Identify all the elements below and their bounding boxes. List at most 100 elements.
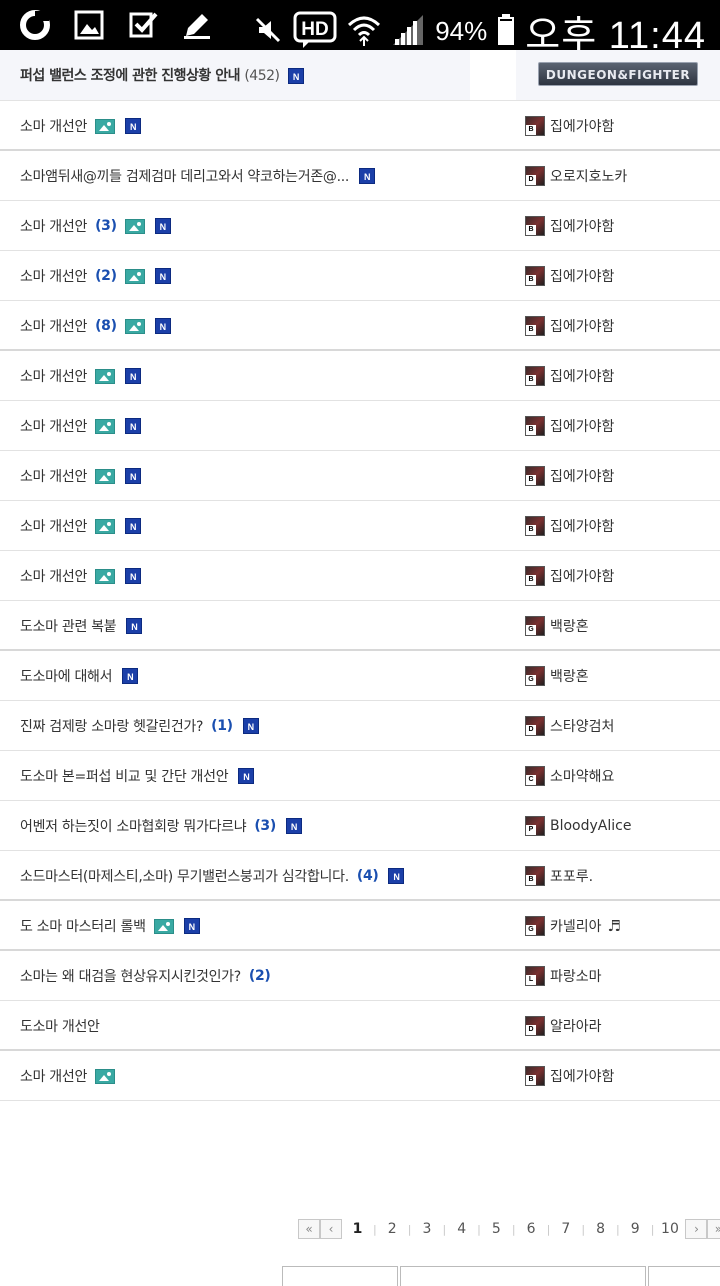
post-title-link[interactable]: 도소마 관련 복붙 N <box>20 601 143 651</box>
post-title-link[interactable]: 소마앰뒤새@끼들 검제검마 데리고와서 약코하는거존@... N <box>20 151 376 201</box>
post-author[interactable]: D 알라아라 <box>525 1001 602 1051</box>
author-name: BloodyAlice <box>550 818 632 834</box>
notice-title[interactable]: 퍼섭 밸런스 조정에 관한 진행상황 안내 (452) N <box>20 65 304 85</box>
page-link[interactable]: 4 <box>446 1221 477 1237</box>
post-title-link[interactable]: 도 소마 마스터리 롤백 N <box>20 901 200 951</box>
post-title: 소마는 왜 대검을 현상유지시킨것인가? <box>20 969 241 985</box>
post-row[interactable]: 소마앰뒤새@끼들 검제검마 데리고와서 약코하는거존@... N D 오로지호노카 <box>0 151 720 201</box>
post-title: 어벤저 하는짓이 소마협회랑 뭐가다르냐 <box>20 819 247 835</box>
post-title: 소마 개선안 <box>20 469 88 485</box>
post-author[interactable]: B 집에가야함 <box>525 551 614 601</box>
author-name: 집에가야함 <box>550 119 615 135</box>
page-link[interactable]: 10 <box>654 1221 685 1237</box>
post-row[interactable]: 진짜 검제랑 소마랑 헷갈린건가? (1) N D 스타양검처 <box>0 701 720 751</box>
post-title-link[interactable]: 소마 개선안 N <box>20 401 142 451</box>
page-link[interactable]: 5 <box>481 1221 512 1237</box>
post-author[interactable]: P BloodyAlice <box>525 801 631 851</box>
post-title-link[interactable]: 소마 개선안 (2) N <box>20 251 171 301</box>
author-name: 파랑소마 <box>550 969 602 985</box>
post-author[interactable]: G 카넬리아 ♬ <box>525 901 621 951</box>
post-row[interactable]: 소드마스터(마제스티,소마) 무기밸런스붕괴가 심각합니다. (4) N B 포포루. <box>0 851 720 901</box>
avatar: B <box>525 866 545 886</box>
last-page-button[interactable]: » <box>707 1219 720 1239</box>
author-name: 오로지호노카 <box>550 169 628 185</box>
post-title-link[interactable]: 소드마스터(마제스티,소마) 무기밸런스붕괴가 심각합니다. (4) N <box>20 851 405 901</box>
page-link[interactable]: 1 <box>342 1221 373 1237</box>
post-title-link[interactable]: 소마 개선안 N <box>20 551 142 601</box>
post-title-link[interactable]: 소마 개선안 N <box>20 101 142 151</box>
post-author[interactable]: D 오로지호노카 <box>525 151 627 201</box>
post-row[interactable]: 소마 개선안 (8) N B 집에가야함 <box>0 301 720 351</box>
author-name: 포포루. <box>550 869 594 885</box>
post-author[interactable]: L 파랑소마 <box>525 951 602 1001</box>
post-author[interactable]: G 백랑혼 <box>525 601 589 651</box>
post-row[interactable]: 소마 개선안 N B 집에가야함 <box>0 551 720 601</box>
post-author[interactable]: B 집에가야함 <box>525 101 614 151</box>
post-title-link[interactable]: 소마는 왜 대검을 현상유지시킨것인가? (2) <box>20 951 271 1001</box>
post-title-link[interactable]: 소마 개선안 (3) N <box>20 201 171 251</box>
page-link[interactable]: 9 <box>620 1221 651 1237</box>
post-row[interactable]: 소마 개선안 (2) N B 집에가야함 <box>0 251 720 301</box>
post-author[interactable]: B 집에가야함 <box>525 201 614 251</box>
page-link[interactable]: 6 <box>516 1221 547 1237</box>
first-page-button[interactable]: « <box>298 1219 320 1239</box>
post-title-link[interactable]: 도소마 본=퍼섭 비교 및 간단 개선안 N <box>20 751 255 801</box>
post-author[interactable]: B 집에가야함 <box>525 301 614 351</box>
post-title-link[interactable]: 소마 개선안 N <box>20 451 142 501</box>
post-row[interactable]: 소마 개선안 N B 집에가야함 <box>0 401 720 451</box>
post-row[interactable]: 소마 개선안 B 집에가야함 <box>0 1051 720 1101</box>
signal-icon <box>391 13 425 51</box>
post-row[interactable]: 도소마 개선안 D 알라아라 <box>0 1001 720 1051</box>
post-row[interactable]: 소마 개선안 N B 집에가야함 <box>0 501 720 551</box>
post-row[interactable]: 도소마에 대해서 N G 백랑혼 <box>0 651 720 701</box>
notification-icons <box>18 8 214 42</box>
new-badge: N <box>285 818 302 834</box>
post-row[interactable]: 도소마 관련 복붙 N G 백랑혼 <box>0 601 720 651</box>
page-link[interactable]: 3 <box>411 1221 442 1237</box>
dungeon-fighter-logo[interactable]: DUNGEON&FIGHTER <box>538 62 698 86</box>
avatar: B <box>525 516 545 536</box>
post-author[interactable]: B 집에가야함 <box>525 501 614 551</box>
post-author[interactable]: B 집에가야함 <box>525 351 614 401</box>
post-row[interactable]: 소마 개선안 N B 집에가야함 <box>0 451 720 501</box>
new-badge: N <box>126 618 143 634</box>
post-row[interactable]: 도 소마 마스터리 롤백 N G 카넬리아 ♬ <box>0 901 720 951</box>
prev-page-button[interactable]: ‹ <box>320 1219 342 1239</box>
post-row[interactable]: 소마 개선안 (3) N B 집에가야함 <box>0 201 720 251</box>
post-title-link[interactable]: 소마 개선안 N <box>20 501 142 551</box>
post-title-link[interactable]: 진짜 검제랑 소마랑 헷갈린건가? (1) N <box>20 701 259 751</box>
post-author[interactable]: B 집에가야함 <box>525 401 614 451</box>
post-row[interactable]: 소마 개선안 N B 집에가야함 <box>0 351 720 401</box>
post-title-link[interactable]: 소마 개선안 <box>20 1051 116 1101</box>
author-name: 집에가야함 <box>550 419 615 435</box>
post-title-link[interactable]: 소마 개선안 N <box>20 351 142 401</box>
image-attachment-icon <box>124 268 145 284</box>
next-page-button[interactable]: › <box>685 1219 708 1239</box>
post-row[interactable]: 소마는 왜 대검을 현상유지시킨것인가? (2) L 파랑소마 <box>0 951 720 1001</box>
image-attachment-icon <box>95 1068 116 1084</box>
bottom-control-right[interactable] <box>648 1266 720 1286</box>
post-row[interactable]: 소마 개선안 N B 집에가야함 <box>0 101 720 151</box>
post-title-link[interactable]: 어벤저 하는짓이 소마협회랑 뭐가다르냐 (3) N <box>20 801 302 851</box>
post-author[interactable]: B 포포루. <box>525 851 593 901</box>
page-link[interactable]: 2 <box>377 1221 408 1237</box>
avatar: P <box>525 816 545 836</box>
comment-count: (3) <box>95 218 117 234</box>
post-title-link[interactable]: 도소마에 대해서 N <box>20 651 139 701</box>
post-row[interactable]: 도소마 본=퍼섭 비교 및 간단 개선안 N C 소마약해요 <box>0 751 720 801</box>
post-author[interactable]: B 집에가야함 <box>525 1051 614 1101</box>
page-link[interactable]: 7 <box>550 1221 581 1237</box>
bottom-control-center[interactable] <box>400 1266 646 1286</box>
post-author[interactable]: B 집에가야함 <box>525 451 614 501</box>
post-author[interactable]: G 백랑혼 <box>525 651 589 701</box>
post-row[interactable]: 어벤저 하는짓이 소마협회랑 뭐가다르냐 (3) N P BloodyAlice <box>0 801 720 851</box>
post-title-link[interactable]: 소마 개선안 (8) N <box>20 301 171 351</box>
post-title-link[interactable]: 도소마 개선안 <box>20 1001 100 1051</box>
post-author[interactable]: C 소마약해요 <box>525 751 614 801</box>
rank-letter: D <box>526 175 536 185</box>
bottom-control-left[interactable] <box>282 1266 398 1286</box>
page-link[interactable]: 8 <box>585 1221 616 1237</box>
post-author[interactable]: B 집에가야함 <box>525 251 614 301</box>
post-title: 진짜 검제랑 소마랑 헷갈린건가? <box>20 719 204 735</box>
post-author[interactable]: D 스타양검처 <box>525 701 614 751</box>
